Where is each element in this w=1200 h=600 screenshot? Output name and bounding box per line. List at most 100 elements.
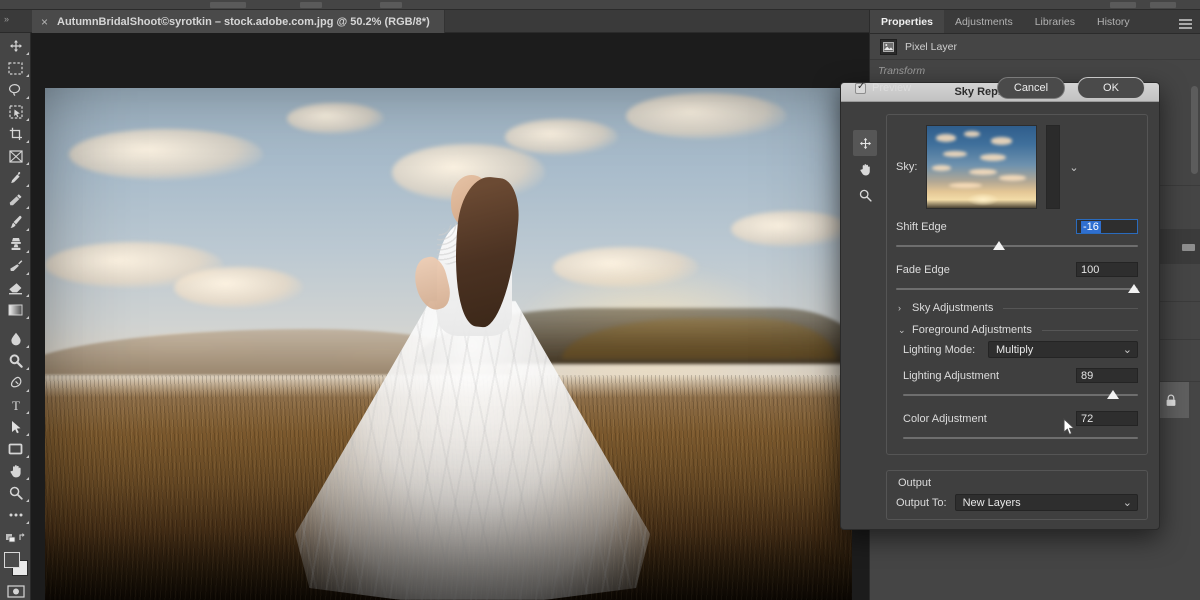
clone-stamp-tool[interactable] <box>0 233 31 255</box>
svg-text:T: T <box>12 398 20 412</box>
dialog-tools <box>853 130 877 208</box>
rectangle-tool[interactable] <box>0 438 31 460</box>
sky-preset-thumbnail[interactable] <box>926 125 1038 209</box>
tab-properties[interactable]: Properties <box>870 10 944 33</box>
color-adjustment-input[interactable]: 72 <box>1076 411 1138 426</box>
zoom-tool[interactable] <box>0 482 31 504</box>
lighting-adjustment-slider[interactable] <box>903 389 1138 401</box>
output-to-label: Output To: <box>896 496 947 509</box>
shift-edge-label: Shift Edge <box>896 220 947 233</box>
blur-tool[interactable] <box>0 328 31 350</box>
checkbox-icon[interactable] <box>855 81 866 94</box>
sky-adjustments-label: Sky Adjustments <box>912 302 994 314</box>
layer-visibility-chip[interactable] <box>1182 244 1195 251</box>
output-to-row[interactable]: Output To: New Layers ⌄ <box>896 494 1138 511</box>
panel-menu-icon[interactable] <box>1179 19 1192 31</box>
ok-button[interactable]: OK <box>1077 77 1145 99</box>
move-tool[interactable] <box>0 35 31 57</box>
path-selection-tool[interactable] <box>0 416 31 438</box>
frame-tool[interactable] <box>0 145 31 167</box>
crop-tool[interactable] <box>0 123 31 145</box>
dodge-tool[interactable] <box>0 350 31 372</box>
sky-adjustments-disclosure[interactable]: › Sky Adjustments <box>896 295 1138 317</box>
eyedropper-tool[interactable] <box>0 167 31 189</box>
brush-tool[interactable] <box>0 211 31 233</box>
chevron-down-icon[interactable]: ⌄ <box>1069 161 1078 174</box>
gradient-tool[interactable] <box>0 299 31 321</box>
color-adjustment-label: Color Adjustment <box>903 412 987 425</box>
edit-toolbar-tool[interactable] <box>0 504 31 526</box>
options-bar-control[interactable] <box>1110 2 1136 8</box>
shift-edge-control[interactable]: Shift Edge -16 <box>896 219 1138 252</box>
photoshop-window: » × AutumnBridalShoot©syrotkin – stock.a… <box>0 0 1200 600</box>
foreground-color-swatch[interactable] <box>4 552 20 568</box>
close-icon[interactable]: × <box>41 16 48 28</box>
mouse-cursor <box>1063 417 1076 437</box>
lighting-mode-select[interactable]: Multiply ⌄ <box>988 341 1138 358</box>
options-bar-control[interactable] <box>210 2 246 8</box>
fade-edge-slider[interactable] <box>896 283 1141 295</box>
cancel-button[interactable]: Cancel <box>997 77 1065 99</box>
preview-checkbox[interactable]: Preview <box>855 81 911 94</box>
chevron-down-icon: ⌄ <box>898 324 906 335</box>
sky-preset-scroll[interactable] <box>1046 125 1061 209</box>
slider-thumb[interactable] <box>1128 284 1141 293</box>
spot-healing-brush-tool[interactable] <box>0 189 31 211</box>
foreground-adjustments-disclosure[interactable]: ⌄ Foreground Adjustments <box>896 317 1138 339</box>
sky-replacement-dialog[interactable]: Sky Replacement Sky: <box>840 77 1160 530</box>
lighting-mode-row[interactable]: Lighting Mode: Multiply ⌄ <box>903 341 1138 358</box>
lasso-tool[interactable] <box>0 79 31 101</box>
quick-mask-icon[interactable] <box>0 580 31 600</box>
output-group: Output Output To: New Layers ⌄ <box>886 470 1148 520</box>
rectangular-marquee-tool[interactable] <box>0 57 31 79</box>
fade-edge-input[interactable]: 100 <box>1076 262 1138 277</box>
history-brush-tool[interactable] <box>0 255 31 277</box>
fade-edge-value: 100 <box>1081 263 1100 276</box>
image-thumbnail-icon <box>880 38 897 55</box>
tab-history[interactable]: History <box>1086 10 1141 33</box>
section-divider <box>1041 329 1138 331</box>
section-divider <box>1003 307 1138 309</box>
color-adjustment-control[interactable]: Color Adjustment 72 <box>903 411 1138 444</box>
hand-tool[interactable] <box>853 156 877 182</box>
slider-thumb[interactable] <box>1107 390 1120 399</box>
zoom-tool[interactable] <box>853 182 877 208</box>
output-to-select[interactable]: New Layers ⌄ <box>954 494 1138 511</box>
slider-thumb[interactable] <box>992 241 1005 250</box>
chevron-down-icon: ⌄ <box>1122 497 1132 509</box>
collapse-left-icon[interactable]: » <box>4 14 9 24</box>
dialog-body: Sky: ⌄ Shift Edge -16 Fade Edge 100 › Sk… <box>841 77 1159 520</box>
object-selection-tool[interactable] <box>0 101 31 123</box>
default-colors-icon[interactable] <box>0 526 31 548</box>
move-sky-tool[interactable] <box>853 130 877 156</box>
slider-track <box>896 288 1138 290</box>
shift-edge-value: -16 <box>1081 220 1101 233</box>
horizontal-type-tool[interactable]: T <box>0 394 31 416</box>
shift-edge-input[interactable]: -16 <box>1076 219 1138 234</box>
options-bar-control[interactable] <box>380 2 402 8</box>
options-bar[interactable] <box>0 0 1200 10</box>
canvas-area[interactable] <box>31 33 869 600</box>
tab-libraries[interactable]: Libraries <box>1024 10 1086 33</box>
hand-tool[interactable] <box>0 460 31 482</box>
lighting-adjustment-value: 89 <box>1081 369 1094 382</box>
options-bar-control[interactable] <box>300 2 322 8</box>
lighting-adjustment-label: Lighting Adjustment <box>903 369 1000 382</box>
sky-preset-row[interactable]: Sky: ⌄ <box>896 125 1138 209</box>
color-adjustment-slider[interactable] <box>903 432 1138 444</box>
tab-adjustments[interactable]: Adjustments <box>944 10 1024 33</box>
lighting-adjustment-control[interactable]: Lighting Adjustment 89 <box>903 368 1138 401</box>
document-image[interactable] <box>45 88 852 600</box>
panel-scrollbar[interactable] <box>1191 86 1198 174</box>
sky-label: Sky: <box>896 161 918 173</box>
options-bar-control[interactable] <box>1150 2 1176 8</box>
eraser-tool[interactable] <box>0 277 31 299</box>
pen-tool[interactable] <box>0 372 31 394</box>
shift-edge-slider[interactable] <box>896 240 1138 252</box>
lighting-adjustment-input[interactable]: 89 <box>1076 368 1138 383</box>
lighting-mode-value: Multiply <box>996 343 1034 356</box>
foreground-background-color[interactable] <box>0 550 31 580</box>
foreground-adjustments-body: Lighting Mode: Multiply ⌄ Lighting Adjus… <box>896 341 1138 444</box>
fade-edge-control[interactable]: Fade Edge 100 <box>896 262 1141 295</box>
document-tab[interactable]: × AutumnBridalShoot©syrotkin – stock.ado… <box>32 10 445 33</box>
